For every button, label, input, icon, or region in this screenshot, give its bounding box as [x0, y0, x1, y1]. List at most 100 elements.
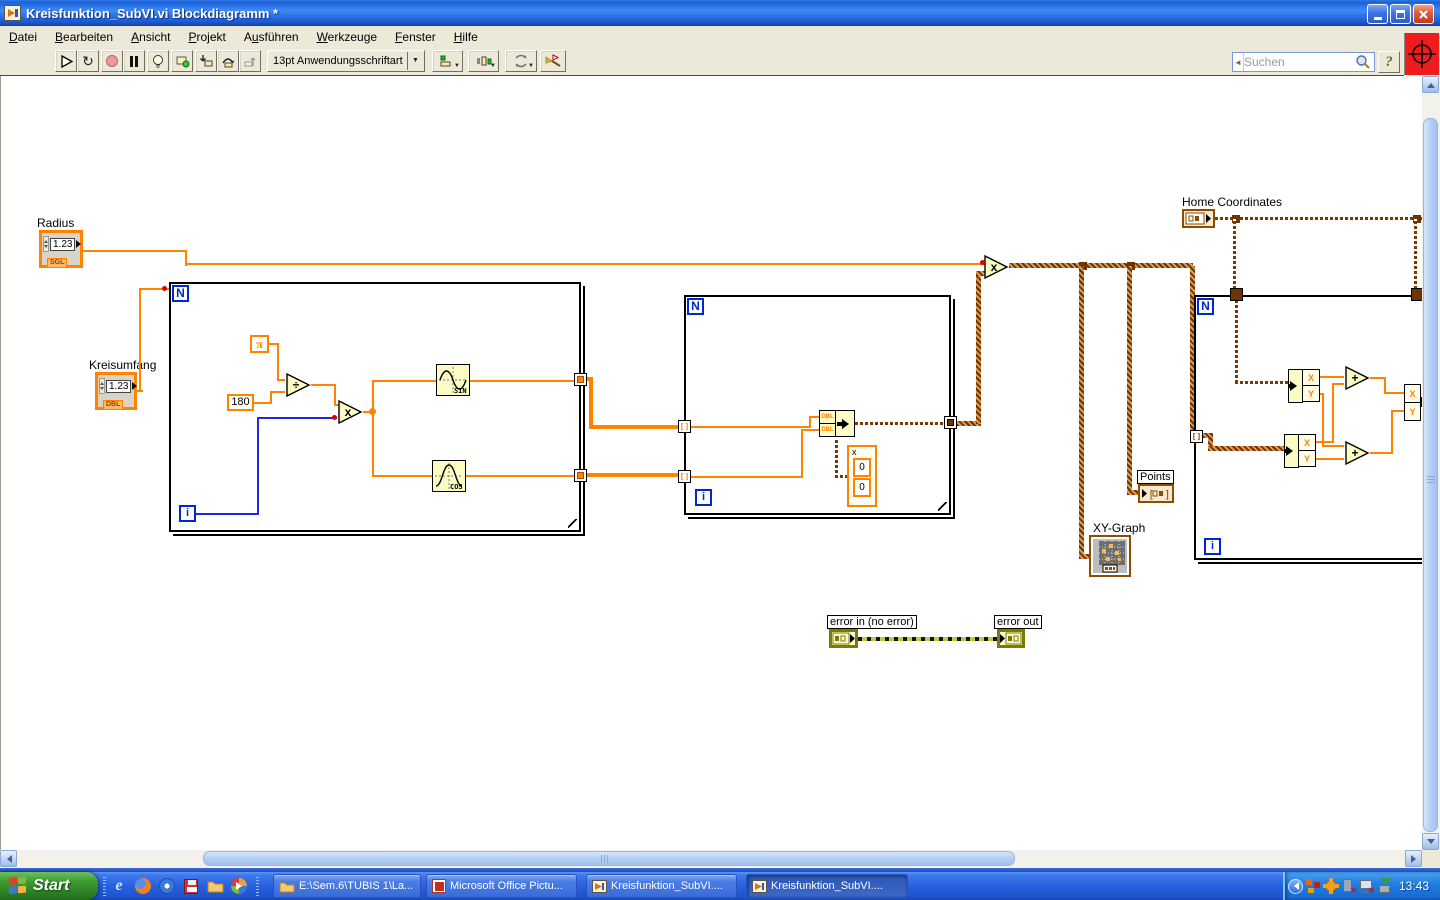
horizontal-scrollbar[interactable]	[0, 850, 1422, 868]
highlight-execution-button[interactable]	[147, 50, 169, 72]
vertical-scrollbar[interactable]	[1422, 76, 1440, 850]
clean-up-diagram-button[interactable]	[540, 50, 566, 72]
add-node-1[interactable]: +	[1344, 365, 1370, 391]
abort-button[interactable]	[101, 50, 123, 72]
align-objects-button[interactable]: ▼	[432, 50, 463, 72]
kreisumfang-control-terminal[interactable]: 1.23 DBL	[95, 372, 138, 410]
web-browser-icon[interactable]	[158, 877, 176, 895]
search-box[interactable]: ◄	[1232, 52, 1375, 72]
loop-resize-corner[interactable]	[938, 502, 947, 511]
xy-graph-indicator-terminal[interactable]	[1089, 535, 1131, 577]
menu-hilfe[interactable]: Hilfe	[445, 27, 487, 47]
tray-display-disconnected-icon[interactable]: ✕	[1359, 878, 1375, 895]
for-loop-3[interactable]	[1194, 295, 1440, 560]
search-input[interactable]	[1244, 55, 1355, 69]
unbundle-node-2[interactable]: X Y	[1284, 434, 1316, 468]
multiply-node-1[interactable]: x	[337, 399, 363, 425]
search-collapse-icon[interactable]: ◄	[1233, 53, 1244, 71]
loop3-input-tunnel-home-1[interactable]	[1230, 288, 1243, 301]
loop3-count-terminal[interactable]: N	[1197, 298, 1214, 315]
radius-control-terminal[interactable]: 1.23 SGL	[39, 230, 83, 268]
folder-icon[interactable]	[206, 877, 224, 895]
home-coordinates-control-terminal[interactable]	[1182, 209, 1215, 228]
task-button-labview-2-active[interactable]: Kreisfunktion_SubVI....	[746, 874, 908, 898]
step-out-button[interactable]	[239, 50, 261, 72]
loop1-output-tunnel-cos[interactable]	[574, 469, 587, 482]
save-floppy-icon[interactable]	[182, 877, 200, 895]
quicklaunch-handle[interactable]	[103, 876, 106, 896]
svg-text:COS: COS	[450, 483, 463, 491]
loop3-iteration-terminal[interactable]: i	[1204, 538, 1221, 555]
menu-ausfuehren[interactable]: Ausführen	[235, 27, 308, 47]
pi-constant[interactable]: π	[250, 335, 269, 353]
menu-datei[interactable]: Datei	[0, 27, 46, 47]
add-node-2[interactable]: +	[1344, 440, 1370, 466]
menu-ansicht[interactable]: Ansicht	[122, 27, 179, 47]
retain-wire-values-button[interactable]	[171, 50, 193, 72]
block-diagram[interactable]: Radius 1.23 SGL Kreisumfang 1.23 DBL N i…	[0, 76, 1440, 850]
bundle-node[interactable]: DBL DBL	[819, 410, 855, 437]
distribute-objects-button[interactable]: ▼	[468, 50, 499, 72]
tray-collapse-button[interactable]	[1288, 878, 1303, 894]
firefox-icon[interactable]	[134, 877, 152, 895]
for-loop-2[interactable]	[684, 295, 951, 515]
cluster-constant-value-2[interactable]: 0	[853, 478, 871, 497]
loop-resize-corner[interactable]	[568, 519, 577, 528]
menu-fenster[interactable]: Fenster	[386, 27, 445, 47]
loop1-iteration-terminal[interactable]: i	[179, 505, 196, 522]
minimize-button[interactable]	[1367, 4, 1388, 24]
media-player-icon[interactable]	[230, 877, 248, 895]
loop2-iteration-terminal[interactable]: i	[695, 489, 712, 506]
loop3-input-tunnel-points[interactable]: []	[1190, 430, 1203, 443]
sine-function-node[interactable]: SIN	[436, 364, 470, 396]
task-button-office-picture-manager[interactable]: Microsoft Office Pictu...	[426, 874, 577, 898]
divide-node[interactable]: ÷	[285, 372, 311, 398]
wire-bundle-out	[855, 422, 944, 425]
vertical-scroll-thumb[interactable]	[1423, 118, 1438, 832]
cluster-constant-value-1[interactable]: 0	[853, 458, 871, 477]
restore-button[interactable]	[1390, 4, 1411, 24]
vi-icon[interactable]	[1404, 33, 1439, 75]
scroll-down-button[interactable]	[1422, 833, 1439, 850]
loop2-count-terminal[interactable]: N	[687, 298, 704, 315]
title-bar[interactable]: Kreisfunktion_SubVI.vi Blockdiagramm *	[0, 0, 1440, 26]
task-button-explorer[interactable]: E:\Sem.6\TUBIS 1\La...	[273, 874, 421, 898]
horizontal-scroll-thumb[interactable]	[203, 851, 1015, 866]
xy-graph-icon	[1093, 539, 1127, 573]
internet-explorer-icon[interactable]: e	[110, 877, 128, 895]
run-button[interactable]	[55, 50, 77, 72]
reorder-objects-button[interactable]: ▼	[505, 50, 537, 72]
start-button[interactable]: Start	[0, 872, 98, 900]
constant-180[interactable]: 180	[227, 394, 254, 411]
scroll-right-button[interactable]	[1405, 850, 1422, 867]
tray-network-disconnected-icon[interactable]: ✕	[1341, 878, 1357, 895]
scroll-left-button[interactable]	[0, 850, 17, 867]
points-indicator-terminal[interactable]: [ ]	[1138, 484, 1174, 503]
tray-safely-remove-icon[interactable]	[1377, 878, 1393, 894]
multiply-node-2[interactable]: x	[983, 254, 1009, 280]
task-button-labview-1[interactable]: Kreisfunktion_SubVI....	[586, 874, 737, 898]
error-out-indicator-terminal[interactable]	[997, 629, 1025, 648]
unbundle-node-1[interactable]: X Y	[1288, 369, 1320, 403]
error-in-control-terminal[interactable]	[829, 629, 858, 648]
loop2-output-tunnel[interactable]	[944, 416, 957, 429]
close-button[interactable]	[1413, 4, 1434, 24]
menu-werkzeuge[interactable]: Werkzeuge	[308, 27, 386, 47]
menu-bearbeiten[interactable]: Bearbeiten	[46, 27, 122, 47]
run-continuous-button[interactable]: ↻	[77, 50, 99, 72]
loop2-input-tunnel-y[interactable]: []	[678, 470, 691, 483]
font-selector[interactable]: 13pt Anwendungsschriftart ▼	[267, 50, 425, 72]
step-into-button[interactable]	[195, 50, 217, 72]
scroll-up-button[interactable]	[1422, 76, 1439, 93]
step-over-button[interactable]	[217, 50, 239, 72]
cosine-function-node[interactable]: COS	[432, 460, 466, 492]
tray-gear-icon[interactable]	[1323, 878, 1339, 894]
pause-button[interactable]	[123, 50, 145, 72]
tray-office-icon[interactable]	[1305, 878, 1321, 894]
loop1-count-terminal[interactable]: N	[172, 285, 189, 302]
menu-projekt[interactable]: Projekt	[179, 27, 234, 47]
cluster-constant[interactable]: x 0 0	[847, 445, 877, 507]
loop1-output-tunnel-sin[interactable]	[574, 373, 587, 386]
help-button[interactable]: ?	[1378, 51, 1400, 73]
loop2-input-tunnel-x[interactable]: []	[678, 420, 691, 433]
